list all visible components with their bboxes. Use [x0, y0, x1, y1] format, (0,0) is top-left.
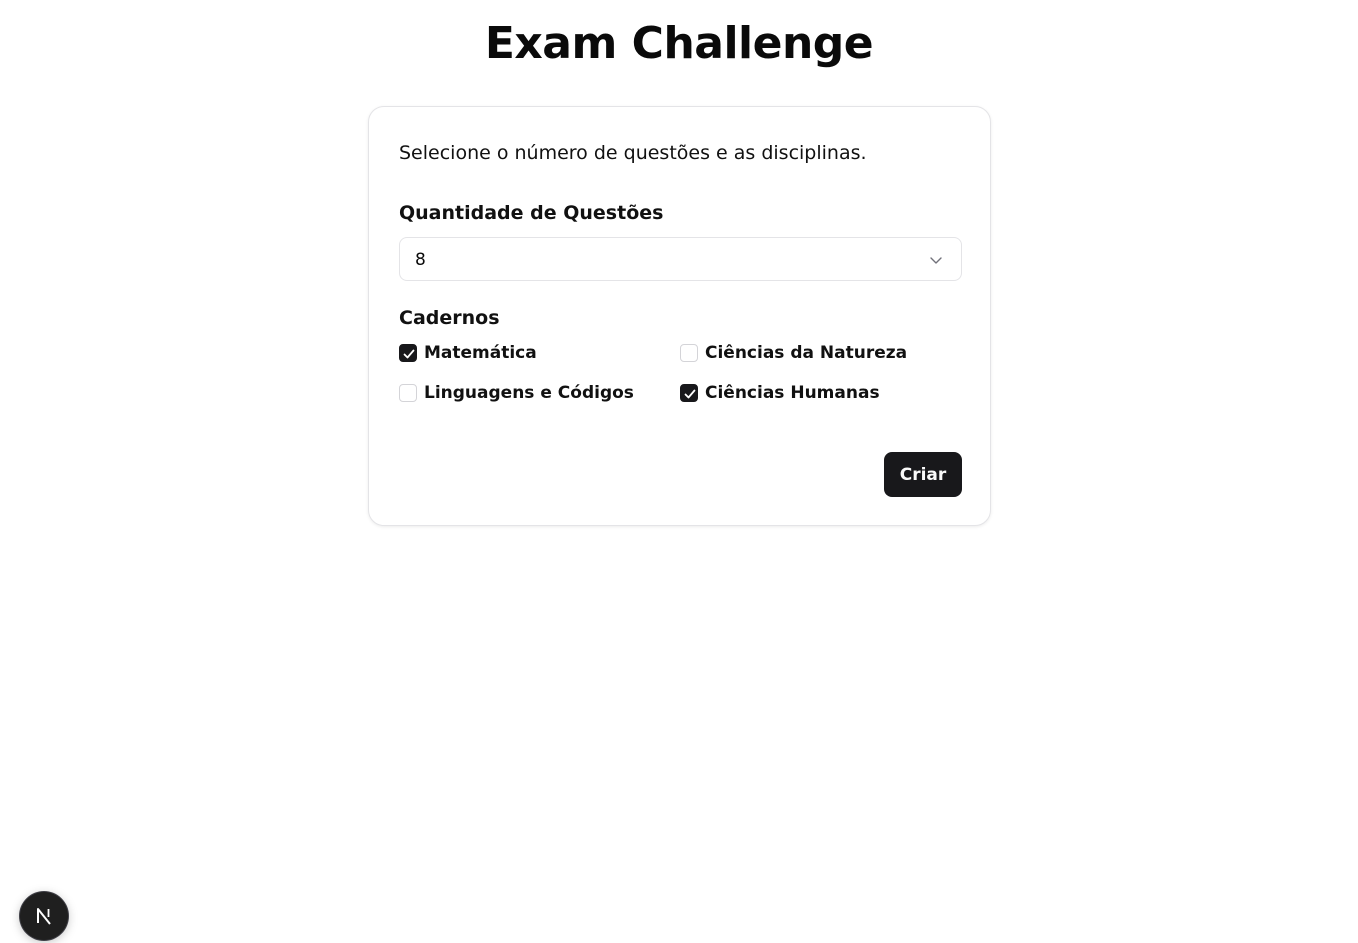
checkbox-matematica[interactable]: Matemática [399, 342, 537, 364]
checkbox-unchecked-icon[interactable] [680, 344, 698, 362]
checkbox-label: Linguagens e Códigos [424, 383, 634, 403]
nextjs-logo-icon [37, 908, 51, 925]
nextjs-dev-badge[interactable] [20, 892, 68, 940]
checkbox-label: Matemática [424, 343, 537, 363]
checkbox-ciencias-humanas[interactable]: Ciências Humanas [680, 382, 880, 404]
quantity-select[interactable]: 8 [399, 237, 962, 281]
exam-setup-card: Selecione o número de questões e as disc… [368, 106, 991, 526]
checkbox-unchecked-icon[interactable] [399, 384, 417, 402]
create-button[interactable]: Criar [884, 452, 962, 497]
checkbox-checked-icon[interactable] [399, 344, 417, 362]
quantity-select-value: 8 [415, 250, 426, 270]
quantity-label: Quantidade de Questões [399, 202, 664, 224]
checkbox-label: Ciências da Natureza [705, 343, 908, 363]
page-title: Exam Challenge [484, 18, 874, 69]
checkbox-ciencias-natureza[interactable]: Ciências da Natureza [680, 342, 907, 364]
form-description: Selecione o número de questões e as disc… [399, 142, 867, 164]
chevron-down-icon [929, 252, 943, 266]
notebooks-label: Cadernos [399, 307, 500, 329]
checkbox-checked-icon[interactable] [680, 384, 698, 402]
checkbox-linguagens-codigos[interactable]: Linguagens e Códigos [399, 382, 634, 404]
checkbox-label: Ciências Humanas [705, 383, 880, 403]
